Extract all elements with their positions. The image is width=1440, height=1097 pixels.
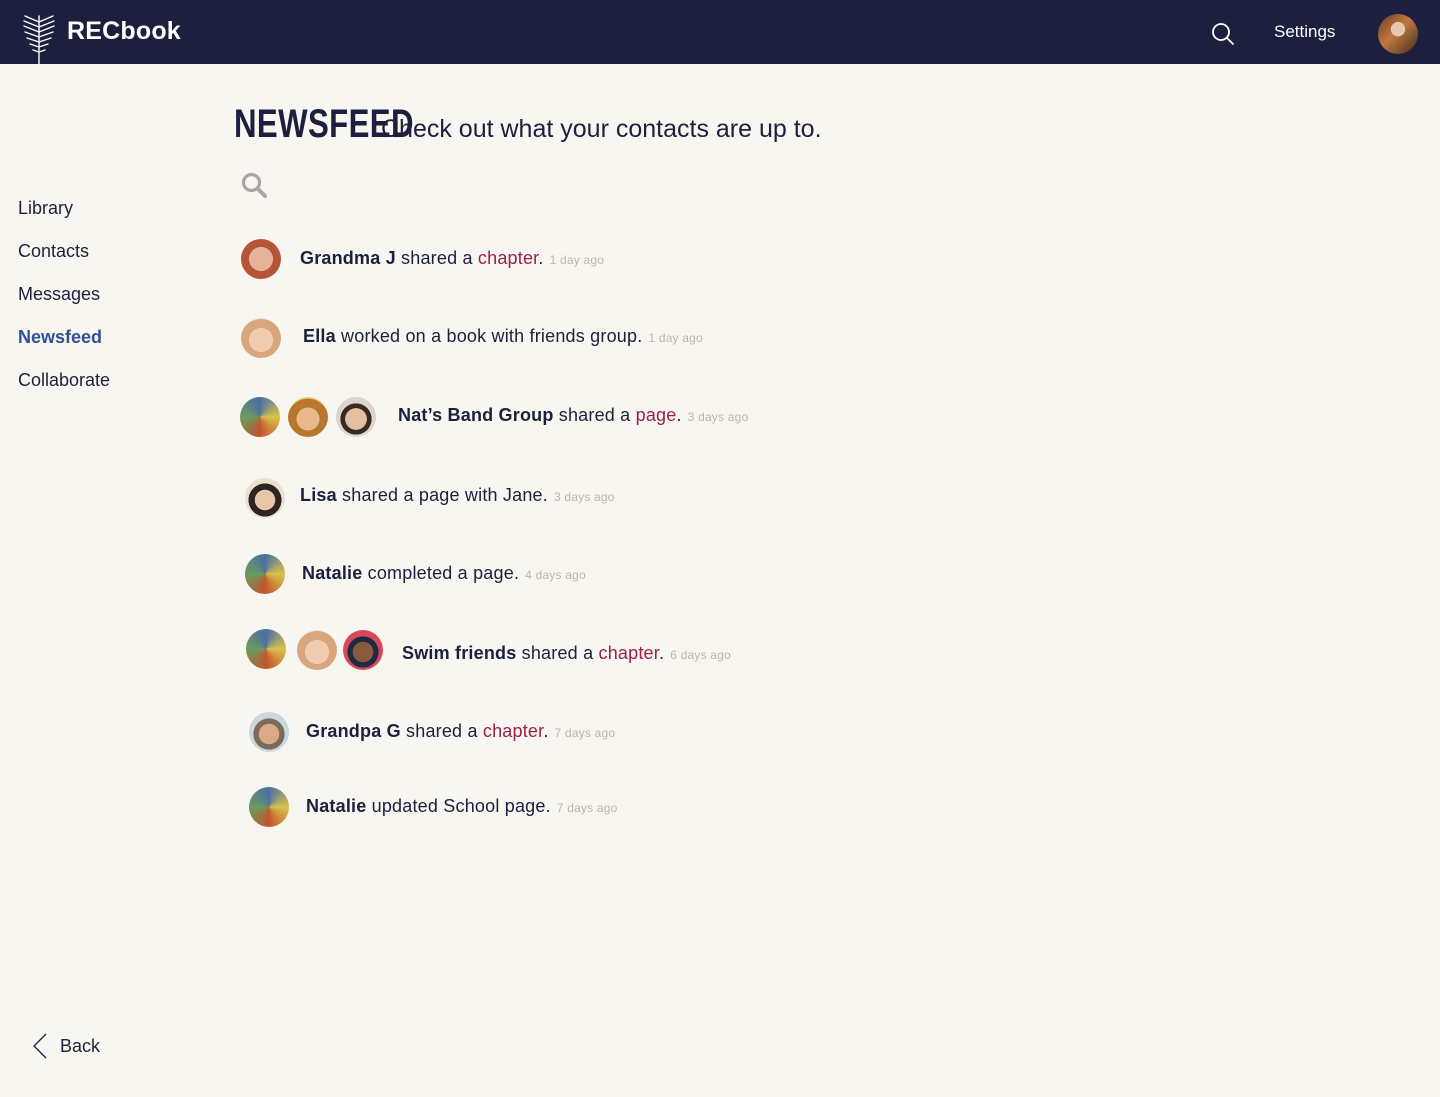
contact-name[interactable]: Natalie [302,563,362,583]
sidebar-item-collaborate[interactable]: Collaborate [18,370,110,391]
sidebar-item-library[interactable]: Library [18,198,73,219]
feed-action: shared a [553,405,636,425]
feed-tail: . [658,643,665,663]
feed-action: updated School page. [366,796,551,816]
chevron-left-icon [33,1033,47,1059]
feed-entry: Ella worked on a book with friends group… [303,326,703,347]
timestamp: 3 days ago [687,410,749,424]
contact-avatar[interactable] [245,554,285,594]
feed-action: shared a [395,248,478,268]
feed-tail: . [543,721,549,741]
timestamp: 3 days ago [553,490,615,504]
back-label: Back [60,1036,101,1056]
feed-link[interactable]: chapter [478,248,538,268]
contact-avatar[interactable] [288,397,328,437]
feed-action: worked on a book with friends group. [335,326,643,346]
feed-entry: Grandma J shared a chapter. 1 day ago [300,248,604,269]
feed-entry: Nat’s Band Group shared a page. 3 days ag… [398,405,748,426]
feed-entry: Natalie updated School page. 7 days ago [306,796,618,817]
contact-avatar[interactable] [241,318,281,358]
top-navigation-bar: RECbook Settings [0,0,1440,64]
timestamp: 1 day ago [648,331,703,345]
feed-entry: Grandpa G shared a chapter. 7 days ago [306,721,615,742]
search-icon[interactable] [1211,22,1235,46]
contact-name[interactable]: Lisa [300,485,337,505]
feed-entry: Lisa shared a page with Jane. 3 days ago [300,485,615,506]
contact-name[interactable]: Grandpa G [306,721,401,741]
feed-entry: Natalie completed a page. 4 days ago [302,563,586,584]
contact-avatar[interactable] [240,397,280,437]
timestamp: 6 days ago [670,648,731,662]
contact-avatar[interactable] [249,787,289,827]
contact-avatar[interactable] [336,397,376,437]
feed-link[interactable]: page [636,405,677,425]
sidebar-item-messages[interactable]: Messages [18,284,100,305]
contact-name[interactable]: Swim friends [402,643,516,663]
feed-tail: . [538,248,544,268]
contact-name[interactable]: Ella [303,326,336,346]
contact-avatar[interactable] [297,630,337,670]
contact-avatar[interactable] [246,629,286,669]
contact-avatar[interactable] [241,239,281,279]
contact-name[interactable]: Natalie [306,796,366,816]
contact-name[interactable]: Nat’s Band Group [398,405,554,425]
feed-action: shared a [516,643,599,663]
timestamp: 7 days ago [554,726,616,740]
palm-leaf-logo-icon[interactable] [22,14,56,64]
user-avatar[interactable] [1378,14,1418,54]
contact-avatar[interactable] [245,478,285,518]
timestamp: 7 days ago [556,801,618,815]
feed-link[interactable]: chapter [599,643,659,663]
contact-avatar[interactable] [343,630,383,670]
feed-link[interactable]: chapter [483,721,543,741]
sidebar-item-newsfeed[interactable]: Newsfeed [18,327,102,348]
feed-action: shared a page with Jane. [336,485,548,505]
page-subtitle: Check out what your contacts are up to. [381,115,822,143]
sidebar-item-contacts[interactable]: Contacts [18,241,89,262]
brand-name[interactable]: RECbook [67,17,181,46]
feed-entry: Swim friends shared a chapter. 6 days ago [402,643,731,664]
feed-action: completed a page. [362,563,520,583]
timestamp: 4 days ago [525,568,586,582]
feed-tail: . [676,405,682,425]
feed-search-icon[interactable] [240,171,268,199]
settings-link[interactable]: Settings [1274,22,1335,42]
contact-name[interactable]: Grandma J [300,248,396,268]
timestamp: 1 day ago [549,253,605,267]
contact-avatar[interactable] [249,712,289,752]
feed-action: shared a [400,721,483,741]
